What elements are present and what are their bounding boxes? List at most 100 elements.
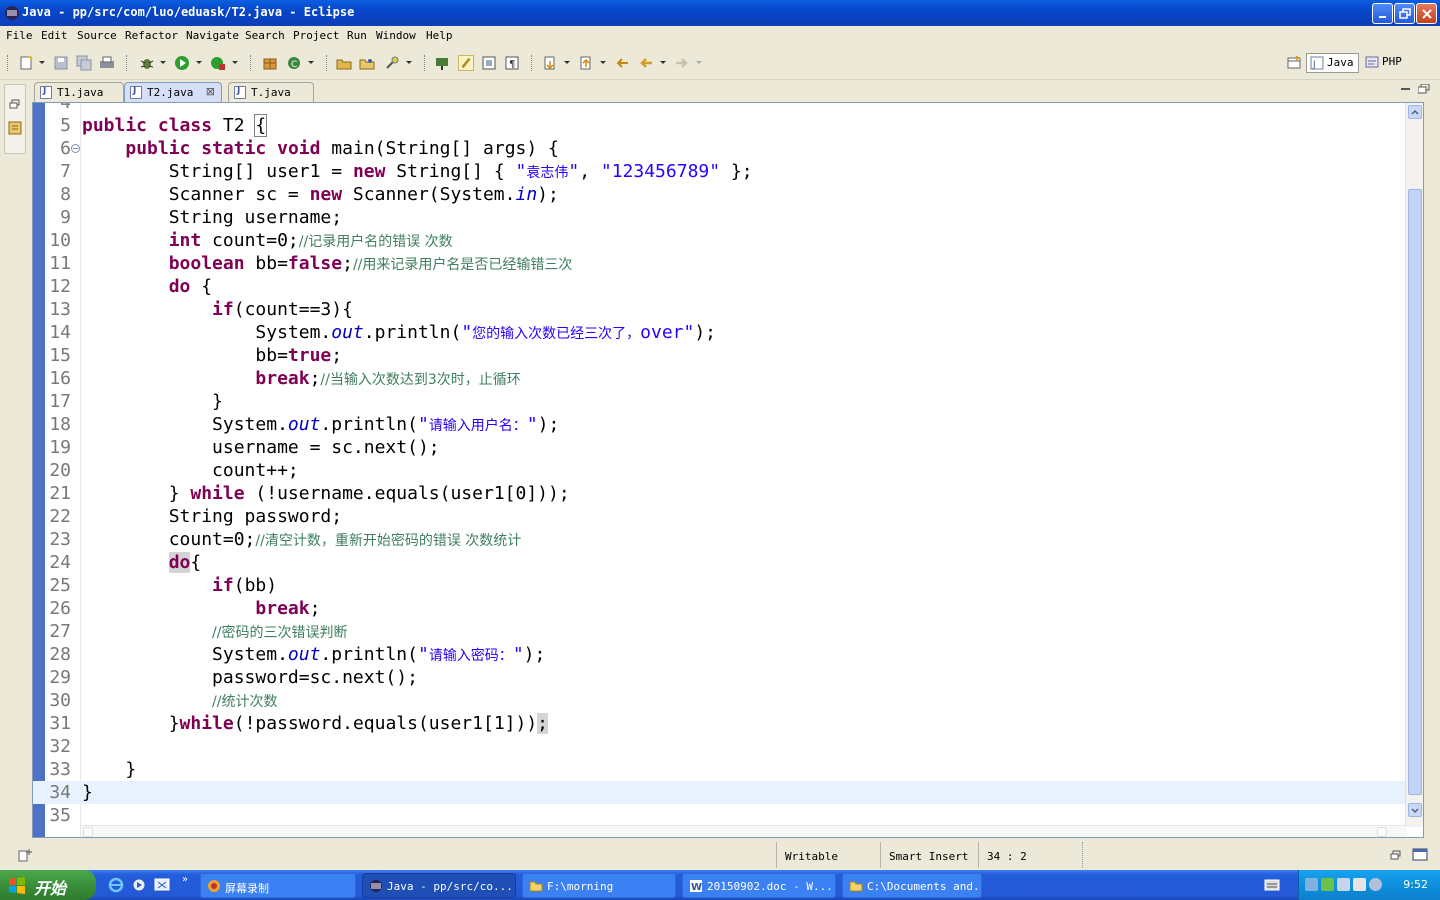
menu-source[interactable]: Source (77, 29, 117, 42)
task-word-document[interactable]: W 20150902.doc - W... (682, 873, 836, 898)
back-icon[interactable] (638, 55, 654, 71)
tab-close-icon[interactable]: ⊠ (206, 85, 215, 98)
package-explorer-icon[interactable] (8, 121, 22, 135)
menu-refactor[interactable]: Refactor (125, 29, 178, 42)
code-line[interactable]: 25 if(bb) (33, 574, 1405, 597)
close-button[interactable] (1416, 3, 1437, 24)
code-line[interactable]: 9 String username; (33, 206, 1405, 229)
code-line[interactable]: 24 do{ (33, 551, 1405, 574)
show-view-icon[interactable] (1412, 847, 1428, 863)
scroll-thumb[interactable] (1408, 189, 1422, 795)
open-resource-icon[interactable] (359, 55, 375, 71)
back-dropdown-icon[interactable] (660, 61, 666, 64)
menu-edit[interactable]: Edit (41, 29, 68, 42)
internet-explorer-icon[interactable] (108, 877, 124, 893)
tray-app-icon[interactable] (1369, 878, 1382, 891)
run-icon[interactable] (174, 55, 190, 71)
code-line[interactable]: 8 Scanner sc = new Scanner(System.in); (33, 183, 1405, 206)
show-whitespace-icon[interactable]: ¶ (504, 55, 520, 71)
forward-icon[interactable] (674, 55, 690, 71)
code-line[interactable]: 21 } while (!username.equals(user1[0])); (33, 482, 1405, 505)
code-line[interactable]: 10 int count=0;//记录用户名的错误 次数 (33, 229, 1405, 252)
forward-dropdown-icon[interactable] (696, 61, 702, 64)
perspective-php[interactable]: PHP (1362, 53, 1406, 73)
code-line[interactable]: 16 break;//当输入次数达到3次时，止循环 (33, 367, 1405, 390)
code-line[interactable]: 23 count=0;//清空计数，重新开始密码的错误 次数统计 (33, 528, 1405, 551)
new-class-dropdown-icon[interactable] (308, 61, 314, 64)
scroll-down-arrow[interactable] (1408, 803, 1422, 817)
restore-view-icon[interactable] (9, 99, 21, 109)
debug-icon[interactable] (139, 55, 155, 71)
quick-launch-overflow-icon[interactable]: » (182, 874, 188, 885)
toggle-mark-occurrences-icon[interactable] (434, 55, 450, 71)
restore-button[interactable] (1394, 3, 1415, 24)
code-line[interactable]: 11 boolean bb=false;//用来记录用户名是否已经输错三次 (33, 252, 1405, 275)
code-line[interactable]: 26 break; (33, 597, 1405, 620)
external-tools-icon[interactable] (210, 55, 226, 71)
code-line[interactable]: 29 password=sc.next(); (33, 666, 1405, 689)
code-line[interactable]: 6− public static void main(String[] args… (33, 137, 1405, 160)
toggle-highlight-icon[interactable] (458, 55, 474, 71)
code-line[interactable]: 32 (33, 735, 1405, 758)
code-line[interactable]: 27 //密码的三次错误判断 (33, 620, 1405, 643)
horizontal-scrollbar[interactable] (81, 825, 1407, 837)
menu-project[interactable]: Project (293, 29, 339, 42)
tab-t1-java[interactable]: T1.java (34, 82, 124, 102)
save-icon[interactable] (53, 55, 69, 71)
new-java-class-icon[interactable]: C (286, 55, 302, 71)
menu-run[interactable]: Run (347, 29, 367, 42)
keyboard-icon[interactable] (1264, 879, 1280, 891)
open-perspective-icon[interactable] (1286, 55, 1302, 71)
code-line[interactable]: 31 }while(!password.equals(user1[1])); (33, 712, 1405, 735)
task-folder-documents[interactable]: C:\Documents and... (842, 873, 982, 898)
code-line[interactable]: 20 count++; (33, 459, 1405, 482)
code-line[interactable]: 22 String password; (33, 505, 1405, 528)
last-edit-location-icon[interactable] (614, 55, 630, 71)
next-annotation-icon[interactable] (542, 55, 558, 71)
code-line[interactable]: 15 bb=true; (33, 344, 1405, 367)
minimize-editor-icon[interactable] (1400, 84, 1412, 94)
code-line[interactable]: 28 System.out.println("请输入密码："); (33, 643, 1405, 666)
network-icon[interactable] (1305, 878, 1318, 891)
debug-dropdown-icon[interactable] (160, 61, 166, 64)
toggle-block-selection-icon[interactable] (481, 55, 497, 71)
run-dropdown-icon[interactable] (196, 61, 202, 64)
code-line[interactable]: 34} (33, 781, 1405, 804)
tab-t-java[interactable]: T.java (228, 82, 314, 102)
previous-annotation-dropdown-icon[interactable] (600, 61, 606, 64)
scroll-right-arrow[interactable] (1377, 827, 1387, 837)
code-line[interactable]: 18 System.out.println("请输入用户名："); (33, 413, 1405, 436)
start-button[interactable]: 开始 (0, 870, 96, 900)
menu-window[interactable]: Window (376, 29, 416, 42)
open-type-icon[interactable] (336, 55, 352, 71)
menu-search[interactable]: Search (245, 29, 285, 42)
code-line[interactable]: 17 } (33, 390, 1405, 413)
code-line[interactable]: 14 System.out.println("您的输入次数已经三次了，over"… (33, 321, 1405, 344)
save-all-icon[interactable] (76, 55, 92, 71)
new-dropdown-icon[interactable] (39, 61, 45, 64)
title-bar[interactable]: Java - pp/src/com/luo/eduask/T2.java - E… (0, 0, 1440, 26)
code-line[interactable]: 30 //统计次数 (33, 689, 1405, 712)
code-line[interactable]: 4 (33, 103, 1405, 114)
code-line[interactable]: 5 public class T2 { (33, 114, 1405, 137)
code-line[interactable]: 12 do { (33, 275, 1405, 298)
vertical-scrollbar[interactable] (1405, 103, 1423, 827)
scroll-up-arrow[interactable] (1408, 105, 1422, 119)
fold-collapse-icon[interactable]: − (71, 144, 80, 153)
show-desktop-icon[interactable] (154, 877, 170, 893)
perspective-java[interactable]: J Java (1306, 53, 1359, 73)
menu-file[interactable]: File (6, 29, 33, 42)
external-tools-dropdown-icon[interactable] (232, 61, 238, 64)
task-eclipse[interactable]: Java - pp/src/co... (362, 873, 516, 898)
new-java-package-icon[interactable] (262, 55, 278, 71)
tray-app-icon[interactable] (1337, 878, 1350, 891)
search-dropdown-icon[interactable] (406, 61, 412, 64)
media-player-icon[interactable] (131, 877, 147, 893)
code-line[interactable]: 13 if(count==3){ (33, 298, 1405, 321)
task-folder-morning[interactable]: F:\morning (522, 873, 676, 898)
volume-icon[interactable] (1353, 878, 1366, 891)
maximize-editor-icon[interactable] (1418, 84, 1430, 94)
menu-navigate[interactable]: Navigate (186, 29, 239, 42)
task-screen-recorder[interactable]: 屏幕录制 (200, 873, 356, 898)
code-editor[interactable]: 45public class T2 {6− public static void… (32, 102, 1424, 838)
